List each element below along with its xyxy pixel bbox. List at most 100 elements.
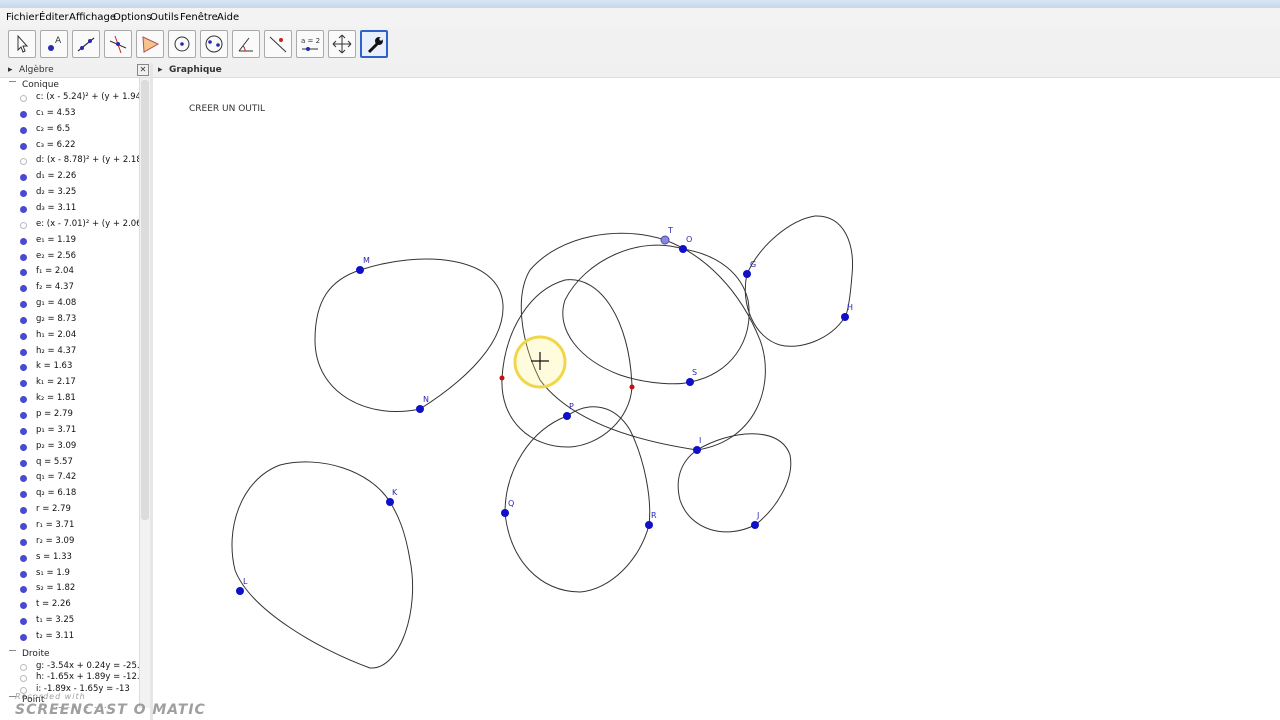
algebra-row[interactable]: g₂ = 8.73	[0, 314, 140, 328]
move-tool-button[interactable]	[8, 30, 36, 58]
line-tool-button[interactable]	[72, 30, 100, 58]
visibility-toggle-icon[interactable]	[20, 332, 27, 340]
visibility-toggle-icon[interactable]	[20, 538, 27, 546]
visibility-toggle-icon[interactable]	[20, 348, 27, 356]
visibility-toggle-icon[interactable]	[20, 633, 27, 641]
visibility-toggle-icon[interactable]	[20, 174, 27, 182]
menu-fenetre[interactable]: Fenêtre	[180, 12, 218, 23]
visibility-toggle-icon[interactable]	[20, 570, 27, 578]
visibility-toggle-icon[interactable]	[20, 522, 27, 530]
visibility-toggle-icon[interactable]	[20, 380, 27, 388]
polygon-tool-button[interactable]	[136, 30, 164, 58]
visibility-toggle-icon[interactable]	[20, 554, 27, 562]
perpendicular-tool-button[interactable]	[104, 30, 132, 58]
conic-tool-button[interactable]	[200, 30, 228, 58]
algebra-row[interactable]: k = 1.63	[0, 361, 140, 375]
visibility-toggle-icon[interactable]	[20, 427, 27, 435]
visibility-toggle-icon[interactable]	[20, 663, 27, 671]
algebra-row[interactable]: c₂ = 6.5	[0, 124, 140, 138]
menu-outils[interactable]: Outils	[150, 12, 179, 23]
category-droite[interactable]: Droite	[22, 649, 50, 659]
visibility-toggle-icon[interactable]	[20, 412, 27, 419]
visibility-toggle-icon[interactable]	[20, 253, 27, 261]
algebra-row[interactable]: r₁ = 3.71	[0, 520, 140, 534]
algebra-row[interactable]: p₂ = 3.09	[0, 441, 140, 455]
visibility-toggle-icon[interactable]	[20, 316, 27, 324]
algebra-row[interactable]: t = 2.26	[0, 599, 140, 613]
algebra-row[interactable]: q = 5.57	[0, 457, 140, 471]
visibility-toggle-icon[interactable]	[20, 269, 27, 277]
visibility-toggle-icon[interactable]	[20, 158, 27, 166]
algebra-row[interactable]: c₁ = 4.53	[0, 108, 140, 122]
menu-affichage[interactable]: Affichage	[69, 12, 116, 23]
algebra-row[interactable]: d: (x - 8.78)² + (y + 2.18)²	[0, 155, 148, 169]
visibility-toggle-icon[interactable]	[20, 237, 27, 245]
algebra-row[interactable]: r₂ = 3.09	[0, 536, 140, 550]
algebra-row[interactable]: c₃ = 6.22	[0, 140, 140, 154]
algebra-row[interactable]: t₂ = 3.11	[0, 631, 140, 645]
visibility-toggle-icon[interactable]	[20, 285, 27, 293]
graphics-view[interactable]: M N K L T O G H S P Q R I J	[153, 78, 1280, 720]
algebra-row[interactable]: e: (x - 7.01)² + (y + 2.06)²	[0, 219, 148, 233]
visibility-toggle-icon[interactable]	[20, 459, 27, 467]
algebra-row[interactable]: h₂ = 4.37	[0, 346, 140, 360]
algebra-row[interactable]: d₂ = 3.25	[0, 187, 140, 201]
visibility-toggle-icon[interactable]	[20, 443, 27, 451]
wrench-tool-button[interactable]	[360, 30, 388, 58]
close-icon[interactable]: ✕	[137, 64, 149, 76]
visibility-toggle-icon[interactable]	[20, 126, 27, 134]
geometry-canvas[interactable]: M N K L T O G H S P Q R I J	[153, 78, 1280, 720]
menu-aide[interactable]: Aide	[217, 12, 239, 23]
category-conique[interactable]: Conique	[22, 80, 59, 90]
visibility-toggle-icon[interactable]	[20, 190, 27, 198]
algebra-row[interactable]: d₁ = 2.26	[0, 171, 140, 185]
wrench-tool-icon	[367, 37, 383, 54]
algebra-row[interactable]: k₂ = 1.81	[0, 393, 140, 407]
algebra-row[interactable]: c: (x - 5.24)² + (y + 1.94)²	[0, 92, 148, 106]
visibility-toggle-icon[interactable]	[20, 507, 27, 515]
algebra-row[interactable]: d₃ = 3.11	[0, 203, 140, 217]
menu-options[interactable]: Options	[113, 12, 152, 23]
menu-fichier[interactable]: Fichier	[6, 12, 39, 23]
visibility-toggle-icon[interactable]	[20, 221, 27, 229]
algebra-row[interactable]: s = 1.33	[0, 552, 140, 566]
visibility-toggle-icon[interactable]	[20, 586, 27, 594]
algebra-row[interactable]: k₁ = 2.17	[0, 377, 140, 391]
visibility-toggle-icon[interactable]	[20, 205, 27, 213]
visibility-toggle-icon[interactable]	[20, 364, 27, 372]
visibility-toggle-icon[interactable]	[20, 396, 27, 404]
move-view-tool-button[interactable]	[328, 30, 356, 58]
angle-tool-button[interactable]	[232, 30, 260, 58]
algebra-row[interactable]: r = 2.79	[0, 504, 140, 518]
algebra-row[interactable]: f₁ = 2.04	[0, 266, 140, 280]
point-tool-button[interactable]: A	[40, 30, 68, 58]
visibility-toggle-icon[interactable]	[20, 95, 27, 102]
algebra-row[interactable]: t₁ = 3.25	[0, 615, 140, 629]
menu-editer[interactable]: Éditer	[39, 12, 69, 23]
scrollbar-thumb[interactable]	[141, 80, 149, 520]
visibility-toggle-icon[interactable]	[20, 142, 27, 150]
collapse-arrow-icon[interactable]: ▸	[158, 65, 163, 75]
visibility-toggle-icon[interactable]	[20, 675, 27, 683]
reflect-tool-button[interactable]	[264, 30, 292, 58]
algebra-row[interactable]: p = 2.79	[0, 409, 140, 423]
algebra-row[interactable]: p₁ = 3.71	[0, 425, 140, 439]
slider-tool-button[interactable]: a = 2	[296, 30, 324, 58]
algebra-row[interactable]: s₂ = 1.82	[0, 583, 140, 597]
visibility-toggle-icon[interactable]	[20, 618, 27, 626]
visibility-toggle-icon[interactable]	[20, 475, 27, 483]
visibility-toggle-icon[interactable]	[20, 110, 27, 118]
algebra-row[interactable]: h₁ = 2.04	[0, 330, 140, 344]
algebra-row[interactable]: q₁ = 7.42	[0, 472, 140, 486]
collapse-arrow-icon[interactable]: ▸	[8, 65, 13, 75]
visibility-toggle-icon[interactable]	[20, 301, 27, 309]
algebra-row[interactable]: e₁ = 1.19	[0, 235, 140, 249]
algebra-row[interactable]: f₂ = 4.37	[0, 282, 140, 296]
algebra-row[interactable]: e₂ = 2.56	[0, 251, 140, 265]
visibility-toggle-icon[interactable]	[20, 602, 27, 610]
algebra-row[interactable]: g₁ = 4.08	[0, 298, 140, 312]
algebra-row[interactable]: q₂ = 6.18	[0, 488, 140, 502]
visibility-toggle-icon[interactable]	[20, 491, 27, 499]
algebra-row[interactable]: s₁ = 1.9	[0, 568, 140, 582]
circle-tool-button[interactable]	[168, 30, 196, 58]
